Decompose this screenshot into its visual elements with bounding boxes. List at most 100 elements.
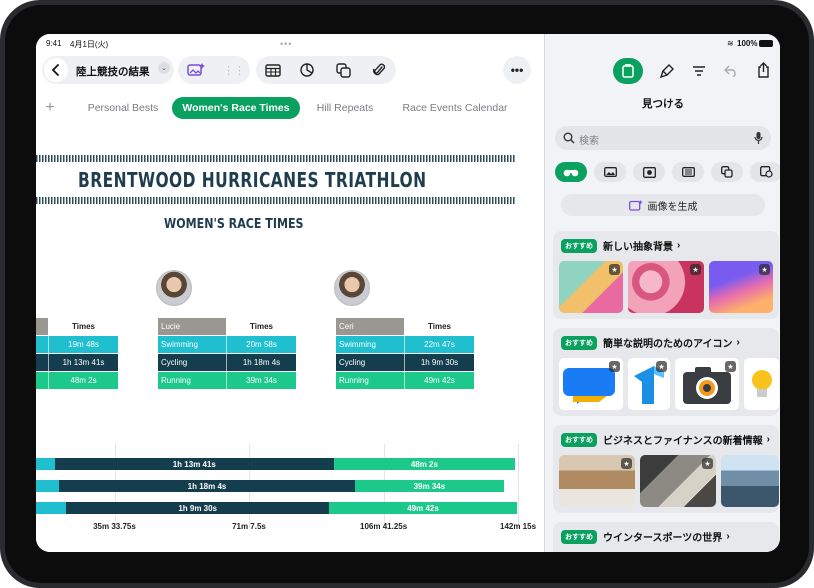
search-placeholder: 検索 — [579, 136, 599, 147]
camera-graphic[interactable]: ★ — [675, 358, 739, 410]
bar-data-label: 39m 34s — [413, 481, 446, 491]
bar-segment[interactable]: 1h 9m 30s — [66, 502, 330, 514]
table-button[interactable] — [260, 58, 286, 82]
bar-segment[interactable]: 1h 13m 41s — [55, 458, 334, 470]
bar-segment[interactable]: 48m 2s — [333, 458, 516, 470]
section-abstract-backgrounds: おすすめ 新しい抽象背景 › ★ ★ ★ — [553, 231, 779, 319]
category-more[interactable] — [750, 162, 780, 182]
table-header-times[interactable]: Times — [226, 318, 296, 335]
bar-segment[interactable]: 39m 34s — [354, 480, 505, 492]
microphone-icon[interactable] — [754, 131, 763, 145]
table-cell[interactable]: 1h 18m 4s — [226, 354, 296, 371]
format-button[interactable] — [655, 60, 679, 82]
category-featured[interactable] — [555, 162, 587, 182]
media-tab-button[interactable] — [613, 58, 643, 84]
sticker-photo-icon — [759, 166, 773, 178]
table-cell[interactable]: Running — [158, 372, 226, 389]
add-sheet-button[interactable]: + — [40, 97, 60, 119]
table-cell[interactable]: Cycling — [158, 354, 226, 371]
section-header[interactable]: おすすめ ウインタースポーツの世界 › — [561, 529, 730, 544]
table-name-cell[interactable]: Lucie — [158, 318, 226, 335]
section-title: ウインタースポーツの世界 — [603, 533, 723, 544]
image-playground-button[interactable] — [184, 58, 208, 82]
organize-button[interactable] — [687, 60, 711, 82]
section-header[interactable]: おすすめ 新しい抽象背景 › — [561, 238, 680, 253]
table-cell[interactable]: 20m 58s — [226, 336, 296, 353]
photo-thumbnail[interactable]: ★ — [559, 455, 635, 507]
table-cell[interactable] — [36, 372, 48, 389]
table-name-cell[interactable] — [36, 318, 48, 335]
table-cell[interactable]: 48m 2s — [48, 372, 118, 389]
section-header[interactable]: おすすめ ビジネスとファイナンスの新着情報 › — [561, 432, 770, 447]
bar-segment[interactable] — [36, 458, 56, 470]
search-field[interactable]: 検索 — [555, 126, 771, 150]
times-table-ceri[interactable]: Ceri Times Swimming 22m 47s Cycling 1h 9m 3… — [336, 318, 476, 390]
tab-hill-repeats[interactable]: Hill Repeats — [308, 97, 382, 119]
table-cell[interactable]: 19m 48s — [48, 336, 118, 353]
section-header[interactable]: おすすめ 簡単な説明のためのアイコン › — [561, 335, 740, 350]
sheet-subtitle[interactable]: WOMEN'S RACE TIMES — [164, 216, 304, 232]
back-button[interactable] — [44, 58, 68, 82]
bar-segment[interactable]: 1h 18m 4s — [59, 480, 355, 492]
title-menu-chevron-icon[interactable]: ⌄ — [158, 62, 170, 74]
sheet-title[interactable]: BRENTWOOD HURRICANES TRIATHLON — [78, 168, 427, 192]
times-table-1[interactable]: Times 19m 48s 1h 13m 41s 48m 2s — [36, 318, 120, 390]
grid-dots-icon[interactable]: ⋮⋮ — [222, 58, 246, 82]
speech-bubble-icon[interactable]: ★ — [559, 358, 623, 410]
table-cell[interactable] — [36, 336, 48, 353]
table-cell[interactable]: 39m 34s — [226, 372, 296, 389]
category-stickers[interactable] — [633, 162, 665, 182]
avatar-lucie[interactable] — [156, 270, 192, 306]
table-cell[interactable]: 49m 42s — [404, 372, 474, 389]
shape-graphic[interactable]: ★ — [628, 358, 670, 410]
star-icon: ★ — [690, 264, 701, 275]
thumbnail[interactable]: ★ — [709, 261, 773, 313]
table-name-cell[interactable]: Ceri — [336, 318, 404, 335]
table-cell[interactable]: Swimming — [336, 336, 404, 353]
recommended-badge: おすすめ — [561, 335, 597, 350]
table-cell[interactable]: 22m 47s — [404, 336, 474, 353]
ellipsis-icon: ••• — [510, 63, 524, 77]
table-cell[interactable]: Swimming — [158, 336, 226, 353]
more-button[interactable]: ••• — [503, 56, 531, 84]
thumbnail[interactable]: ★ — [559, 261, 623, 313]
media-icon — [622, 64, 634, 78]
category-photos[interactable] — [594, 162, 626, 182]
chart-button[interactable] — [294, 58, 320, 82]
category-shapes[interactable] — [711, 162, 743, 182]
attach-button[interactable] — [366, 58, 392, 82]
recommended-badge: おすすめ — [561, 432, 597, 447]
shape-button[interactable] — [330, 58, 356, 82]
tab-race-events-calendar[interactable]: Race Events Calendar — [396, 97, 514, 119]
undo-icon — [724, 65, 736, 77]
table-header-times[interactable]: Times — [404, 318, 474, 335]
table-cell[interactable]: Running — [336, 372, 404, 389]
photo-thumbnail[interactable] — [721, 455, 779, 507]
x-tick-label-4: 142m 15s — [500, 522, 537, 531]
document-title[interactable]: 陸上競技の結果 — [76, 64, 150, 79]
thumbnail[interactable]: ★ — [628, 261, 704, 313]
bar-segment[interactable] — [36, 480, 60, 492]
category-patterns[interactable] — [672, 162, 704, 182]
bar-segment[interactable] — [36, 502, 67, 514]
chevron-right-icon: › — [736, 337, 740, 348]
lightbulb-graphic[interactable] — [744, 358, 779, 410]
avatar-ceri[interactable] — [334, 270, 370, 306]
table-cell[interactable]: 1h 9m 30s — [404, 354, 474, 371]
generate-image-button[interactable]: 画像を生成 — [561, 194, 765, 216]
table-cell[interactable]: Cycling — [336, 354, 404, 371]
bar-segment[interactable]: 49m 42s — [329, 502, 517, 514]
tab-womens-race-times[interactable]: Women's Race Times — [172, 97, 300, 119]
photo-thumbnail[interactable]: ★ — [640, 455, 716, 507]
multitask-dots[interactable]: ••• — [280, 39, 292, 49]
table-header-times[interactable]: Times — [48, 318, 118, 335]
tab-personal-bests[interactable]: Personal Bests — [78, 97, 168, 119]
table-cell[interactable]: 1h 13m 41s — [48, 354, 118, 371]
section-business-finance: おすすめ ビジネスとファイナンスの新着情報 › ★ ★ — [553, 425, 779, 513]
share-button[interactable] — [751, 58, 775, 82]
undo-button[interactable] — [719, 60, 743, 82]
table-cell[interactable] — [36, 354, 48, 371]
sheet-canvas[interactable]: BRENTWOOD HURRICANES TRIATHLON WOMEN'S R… — [36, 124, 544, 552]
times-table-lucie[interactable]: Lucie Times Swimming 20m 58s Cycling 1h 18m… — [158, 318, 298, 390]
decorative-stripe-bottom — [36, 197, 516, 204]
